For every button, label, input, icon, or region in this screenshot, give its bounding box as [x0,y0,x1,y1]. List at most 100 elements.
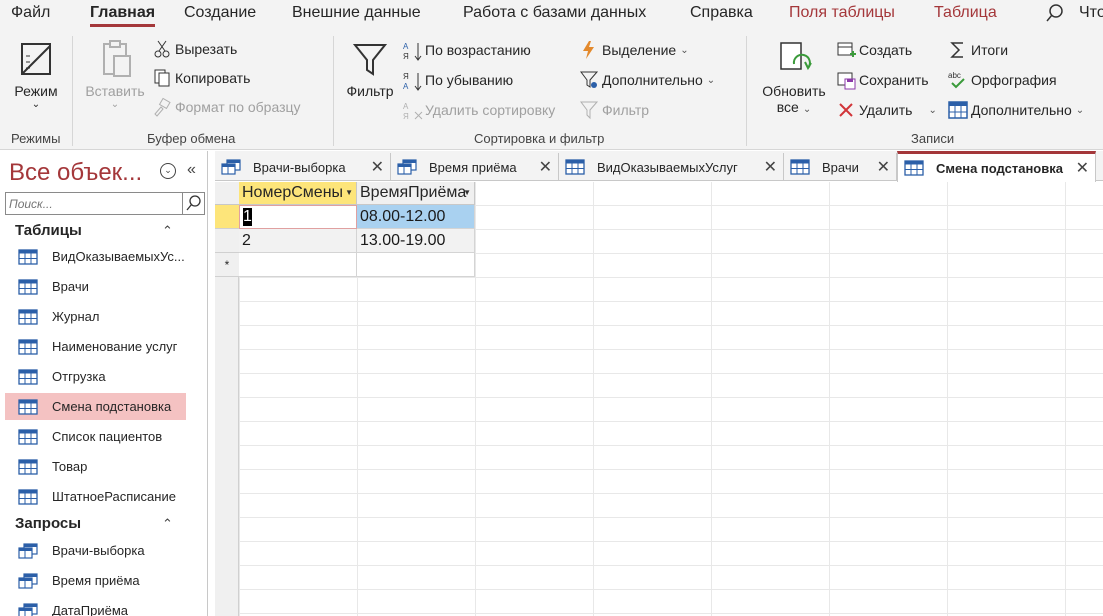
close-icon[interactable]: ✕ [371,157,384,177]
tab-label: Время приёма [429,159,517,175]
copy-button[interactable]: Копировать [152,67,250,89]
search-icon[interactable] [1045,3,1065,26]
table-cell[interactable]: 13.00-19.00 [357,229,475,253]
record-selector[interactable] [215,205,239,229]
delete-record-button[interactable]: Удалить ⌄ [836,99,937,121]
tab-smena-podstanovka[interactable]: Смена подстановка ✕ [897,151,1096,182]
table-cell-new[interactable] [239,253,357,277]
tab-vremya-priema[interactable]: Время приёма ✕ [391,153,559,181]
menu-table-fields[interactable]: Поля таблицы [789,4,895,22]
chevron-up-icon[interactable]: ⌃ [162,516,173,532]
nav-query-item[interactable]: ДатаПриёма [5,597,186,616]
menu-file[interactable]: Файл [11,4,50,22]
sort-ascending-button[interactable]: АЯ По возрастанию [402,39,531,61]
grid-icon [948,100,968,120]
nav-table-item[interactable]: Наименование услуг [5,333,186,360]
chevron-up-icon[interactable]: ⌃ [162,223,173,239]
ribbon: Режим ⌄ Режимы Вставить ⌄ Вырезать Копир… [0,28,1103,172]
selection-button[interactable]: Выделение ⌄ [579,39,689,61]
close-icon[interactable]: ✕ [1076,158,1089,178]
spelling-label: Орфография [971,72,1057,88]
collapse-pane-icon[interactable]: « [187,161,196,179]
tab-vid-okazyvaemykh-uslug[interactable]: ВидОказываемыхУслуг ✕ [559,153,784,181]
refresh-all-button[interactable]: Обновить все ⌄ [756,40,832,115]
nav-query-item[interactable]: Время приёма [5,567,186,594]
paste-button[interactable]: Вставить ⌄ [82,38,148,110]
nav-pane-title[interactable]: Все объек... [9,159,142,187]
nav-table-item[interactable]: ШтатноеРасписание [5,483,186,510]
nav-table-item[interactable]: Журнал [5,303,186,330]
advanced-filter-button[interactable]: Дополнительно ⌄ [579,69,715,91]
table-icon [18,338,38,355]
more-records-button[interactable]: Дополнительно ⌄ [948,99,1084,121]
nav-table-item[interactable]: Список пациентов [5,423,186,450]
svg-text:А: А [403,102,409,111]
menu-home[interactable]: Главная [90,4,156,27]
cut-button[interactable]: Вырезать [152,38,237,60]
query-icon [18,542,38,559]
nav-section-tables[interactable]: Таблицы [15,222,82,239]
nav-section-queries[interactable]: Запросы [15,515,81,532]
menu-table[interactable]: Таблица [934,4,997,22]
refresh-icon [774,42,814,83]
table-cell[interactable]: 08.00-12.00 [357,205,475,229]
column-header-vremya-priema[interactable]: ВремяПриёма ▼ [357,182,475,205]
save-record-button[interactable]: Сохранить [836,69,929,91]
dropdown-arrow-icon[interactable]: ▼ [345,188,353,197]
tab-label: Врачи-выборка [253,159,346,175]
toggle-filter-button[interactable]: Фильтр [579,99,649,121]
view-icon [16,43,56,83]
chevron-down-icon[interactable]: ⌄ [160,163,176,179]
close-icon[interactable]: ✕ [877,157,890,177]
tab-label: ВидОказываемыхУслуг [597,159,738,175]
totals-button[interactable]: Итоги [948,39,1008,61]
menu-external-data[interactable]: Внешние данные [292,4,421,22]
nav-item-label: Товар [52,459,88,474]
tab-vrachi[interactable]: Врачи ✕ [784,153,897,181]
save-icon [836,70,856,90]
menu-bar: Файл Главная Создание Внешние данные Раб… [0,0,1103,28]
close-icon[interactable]: ✕ [539,157,552,177]
tell-me-label[interactable]: Что [1079,4,1103,22]
menu-help[interactable]: Справка [690,4,753,22]
nav-query-item[interactable]: Врачи-выборка [5,537,186,564]
menu-database-tools[interactable]: Работа с базами данных [463,4,646,22]
nav-table-item[interactable]: Отгрузка [5,363,186,390]
filter-button[interactable]: Фильтр [343,40,397,99]
paste-icon [95,40,135,83]
new-record-button[interactable]: Создать [836,39,912,61]
copy-label: Копировать [175,70,251,86]
nav-search-box [5,192,205,215]
nav-table-item[interactable]: Товар [5,453,186,480]
column-header-nomer-smeny[interactable]: НомерСмены ▼ [239,182,357,205]
remove-sort-button[interactable]: АЯ Удалить сортировку [402,99,555,121]
format-painter-button[interactable]: Формат по образцу [152,96,301,118]
select-all-button[interactable] [215,182,239,205]
view-button[interactable]: Режим ⌄ [8,40,64,110]
table-icon [18,428,38,445]
nav-item-label: Врачи [52,279,89,294]
toggle-filter-label: Фильтр [602,102,650,118]
table-icon [790,159,810,175]
advanced-filter-icon [579,70,599,90]
nav-table-item[interactable]: Врачи [5,273,186,300]
nav-table-item[interactable]: Смена подстановка [5,393,186,420]
search-icon[interactable] [182,193,204,214]
table-cell[interactable]: 2 [239,229,357,253]
table-cell[interactable]: 1 [239,205,357,229]
close-icon[interactable]: ✕ [764,157,777,177]
funnel-icon [579,100,599,120]
menu-create[interactable]: Создание [184,4,256,22]
scissors-icon [152,39,172,59]
record-selector[interactable] [215,229,239,253]
sort-descending-button[interactable]: ЯА По убыванию [402,69,513,91]
nav-table-item[interactable]: ВидОказываемыхУс... [5,243,186,270]
nav-search-input[interactable] [6,193,182,214]
column-header-label: НомерСмены [242,184,344,201]
chevron-down-icon: ⌄ [31,99,41,110]
tab-vrachi-vyborka[interactable]: Врачи-выборка ✕ [215,153,391,181]
table-cell-new[interactable] [357,253,475,277]
new-record-marker[interactable]: * [215,253,239,277]
dropdown-arrow-icon[interactable]: ▼ [463,188,471,197]
spelling-button[interactable]: abc Орфография [948,69,1057,91]
